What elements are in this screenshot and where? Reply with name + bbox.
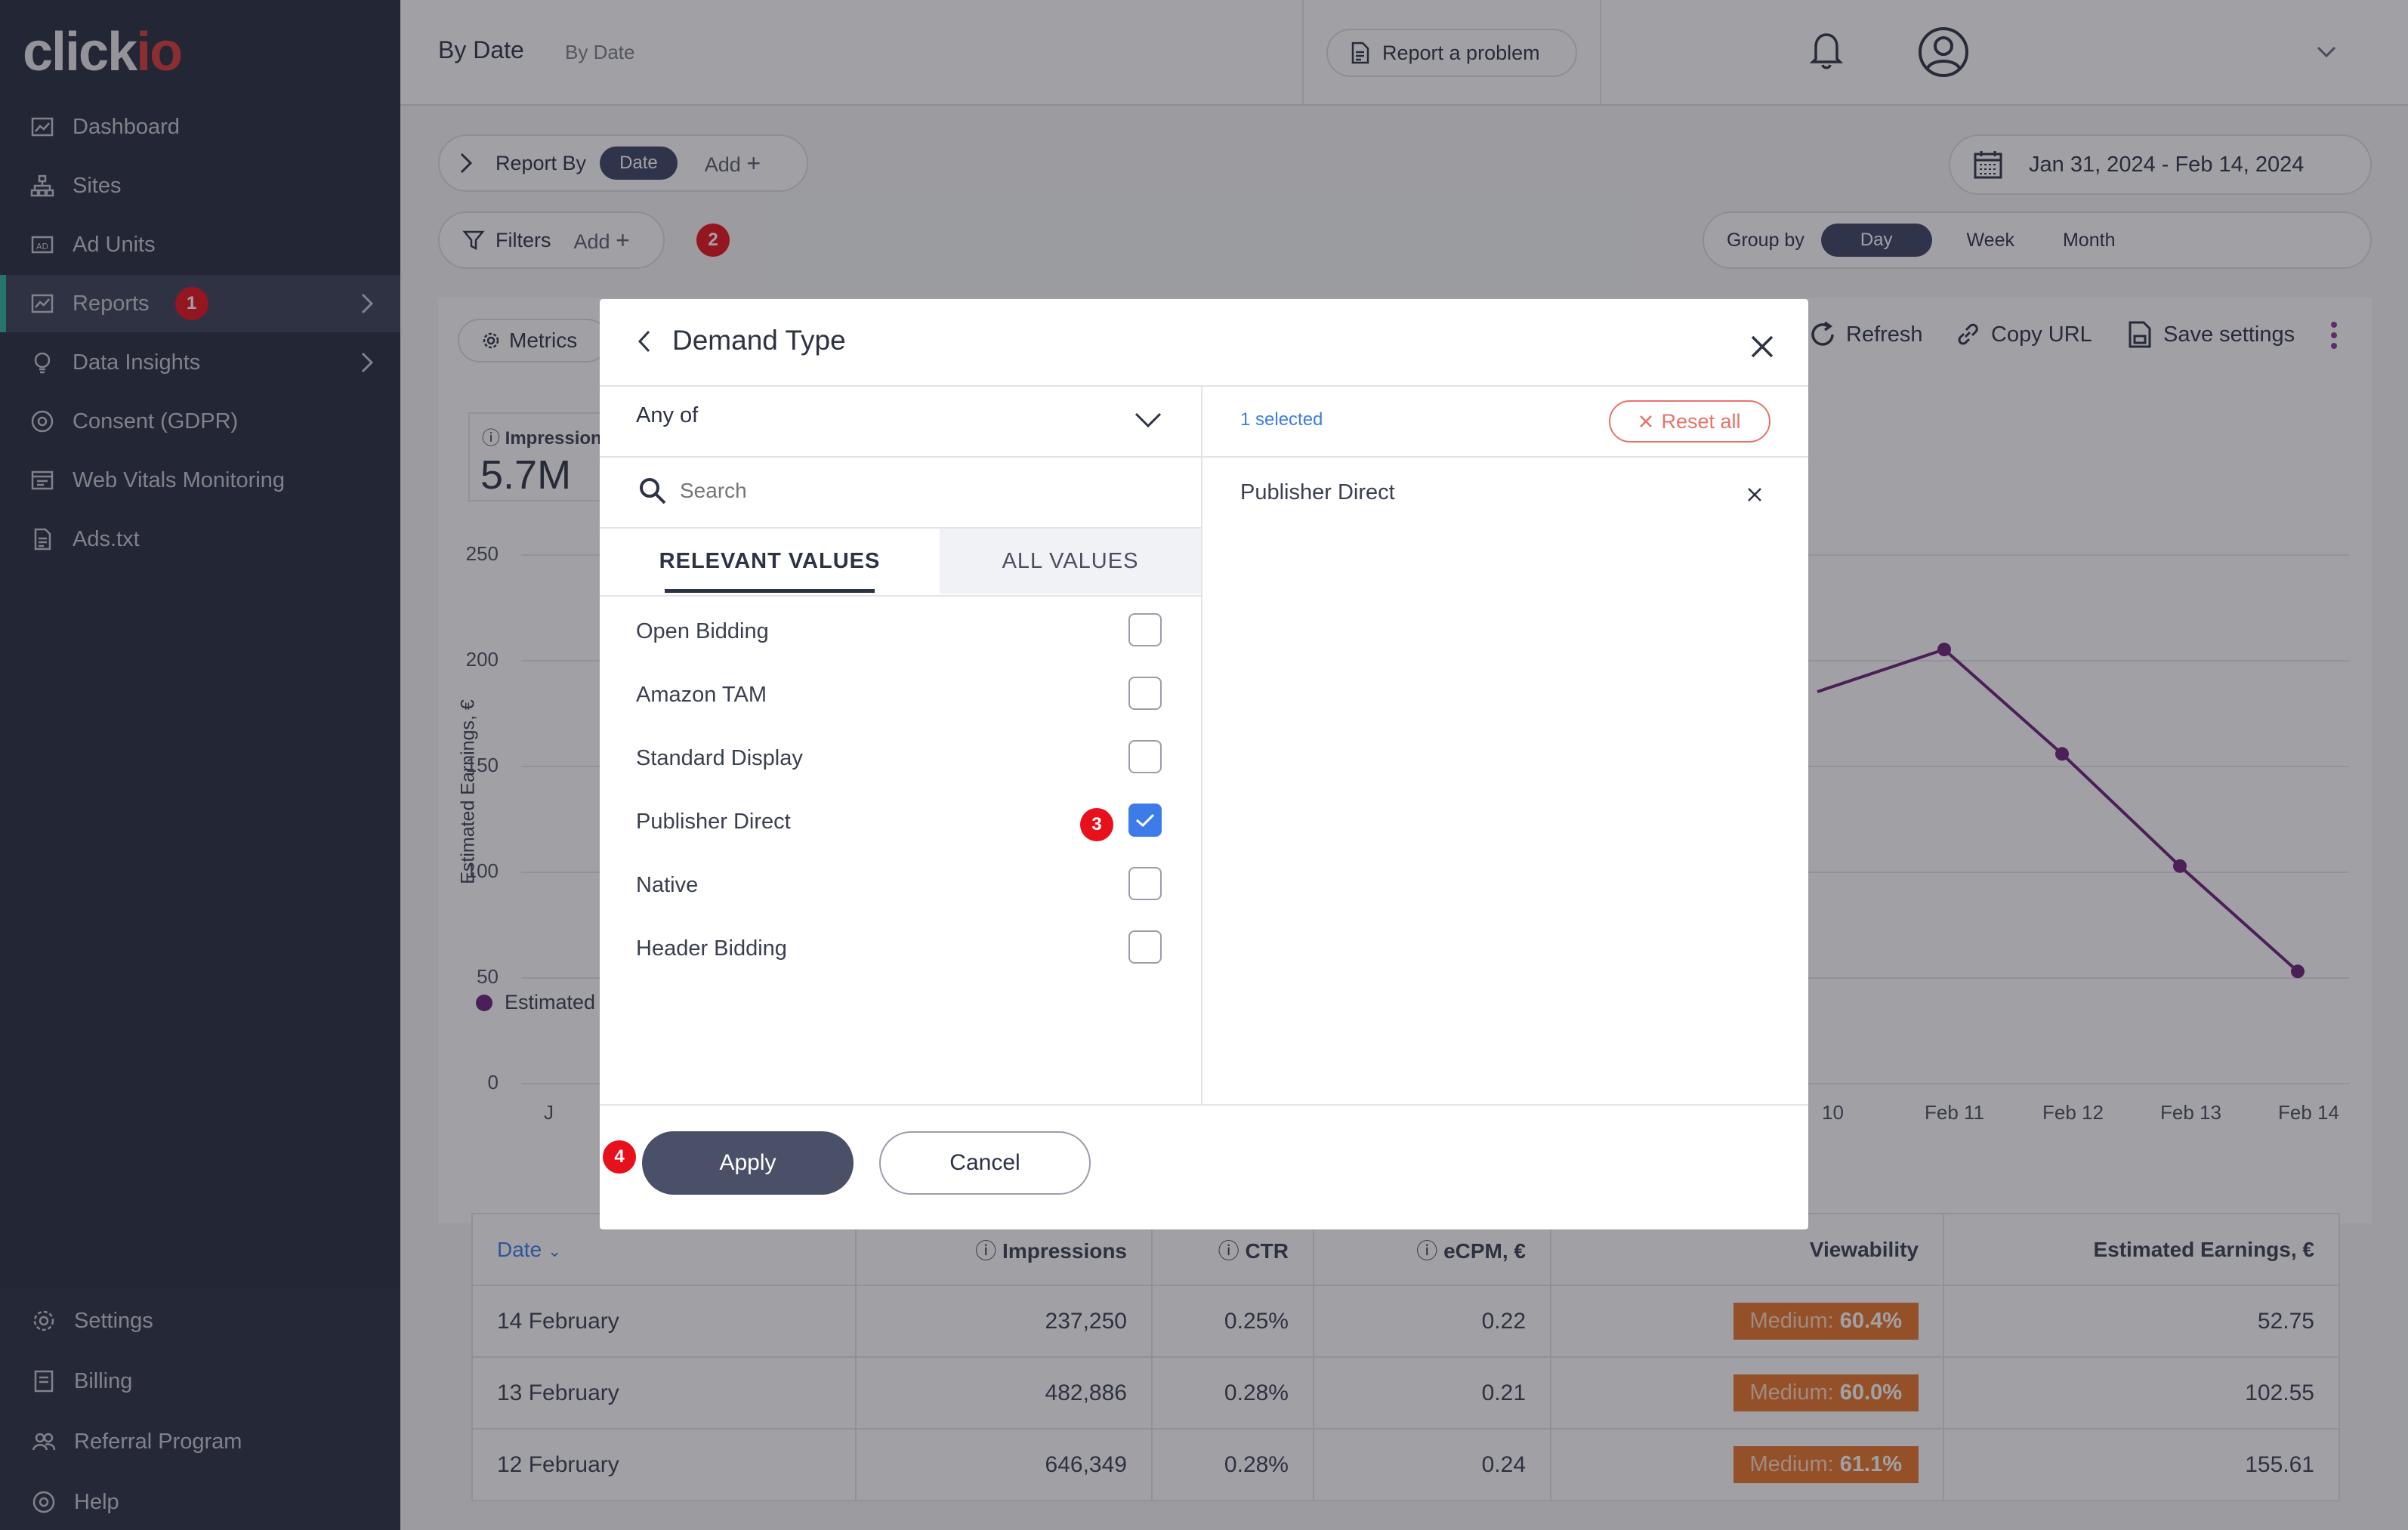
tab-all-values[interactable]: ALL VALUES	[940, 529, 1201, 594]
search-icon	[640, 478, 666, 504]
modal-title: Demand Type	[672, 325, 846, 356]
option-checkbox[interactable]	[1128, 867, 1162, 900]
close-icon	[1640, 415, 1653, 427]
active-tab-indicator	[665, 589, 875, 593]
tab-relevant-values[interactable]: RELEVANT VALUES	[600, 527, 940, 595]
option-label[interactable]: Amazon TAM	[636, 683, 767, 708]
demand-type-filter-modal: Demand Type Any of RELEVANT VALUES ALL V…	[600, 299, 1808, 1229]
step-badge: 3	[1080, 808, 1113, 841]
option-checkbox[interactable]	[1128, 677, 1162, 710]
option-checkbox[interactable]	[1128, 804, 1162, 837]
selected-item: Publisher Direct	[1240, 480, 1395, 504]
option-checkbox[interactable]	[1128, 613, 1162, 646]
option-label[interactable]: Publisher Direct	[636, 810, 791, 834]
close-icon[interactable]	[1749, 334, 1775, 359]
option-checkbox[interactable]	[1128, 740, 1162, 773]
chevron-down-icon[interactable]	[1133, 411, 1163, 430]
search-input[interactable]	[680, 471, 1163, 511]
match-mode-select[interactable]: Any of	[636, 403, 698, 428]
option-label[interactable]: Header Bidding	[636, 936, 787, 961]
selected-count: 1 selected	[1240, 409, 1323, 430]
option-label[interactable]: Native	[636, 873, 698, 898]
option-label[interactable]: Standard Display	[636, 746, 803, 771]
apply-button[interactable]: Apply	[642, 1131, 854, 1195]
cancel-button[interactable]: Cancel	[879, 1131, 1091, 1195]
checkmark-icon	[1136, 813, 1155, 828]
back-arrow-icon[interactable]	[636, 329, 653, 353]
reset-all-button[interactable]: Reset all	[1609, 400, 1770, 443]
remove-selected-icon[interactable]	[1746, 486, 1763, 503]
option-label[interactable]: Open Bidding	[636, 619, 769, 644]
option-checkbox[interactable]	[1128, 930, 1162, 964]
step-badge: 4	[603, 1140, 636, 1174]
